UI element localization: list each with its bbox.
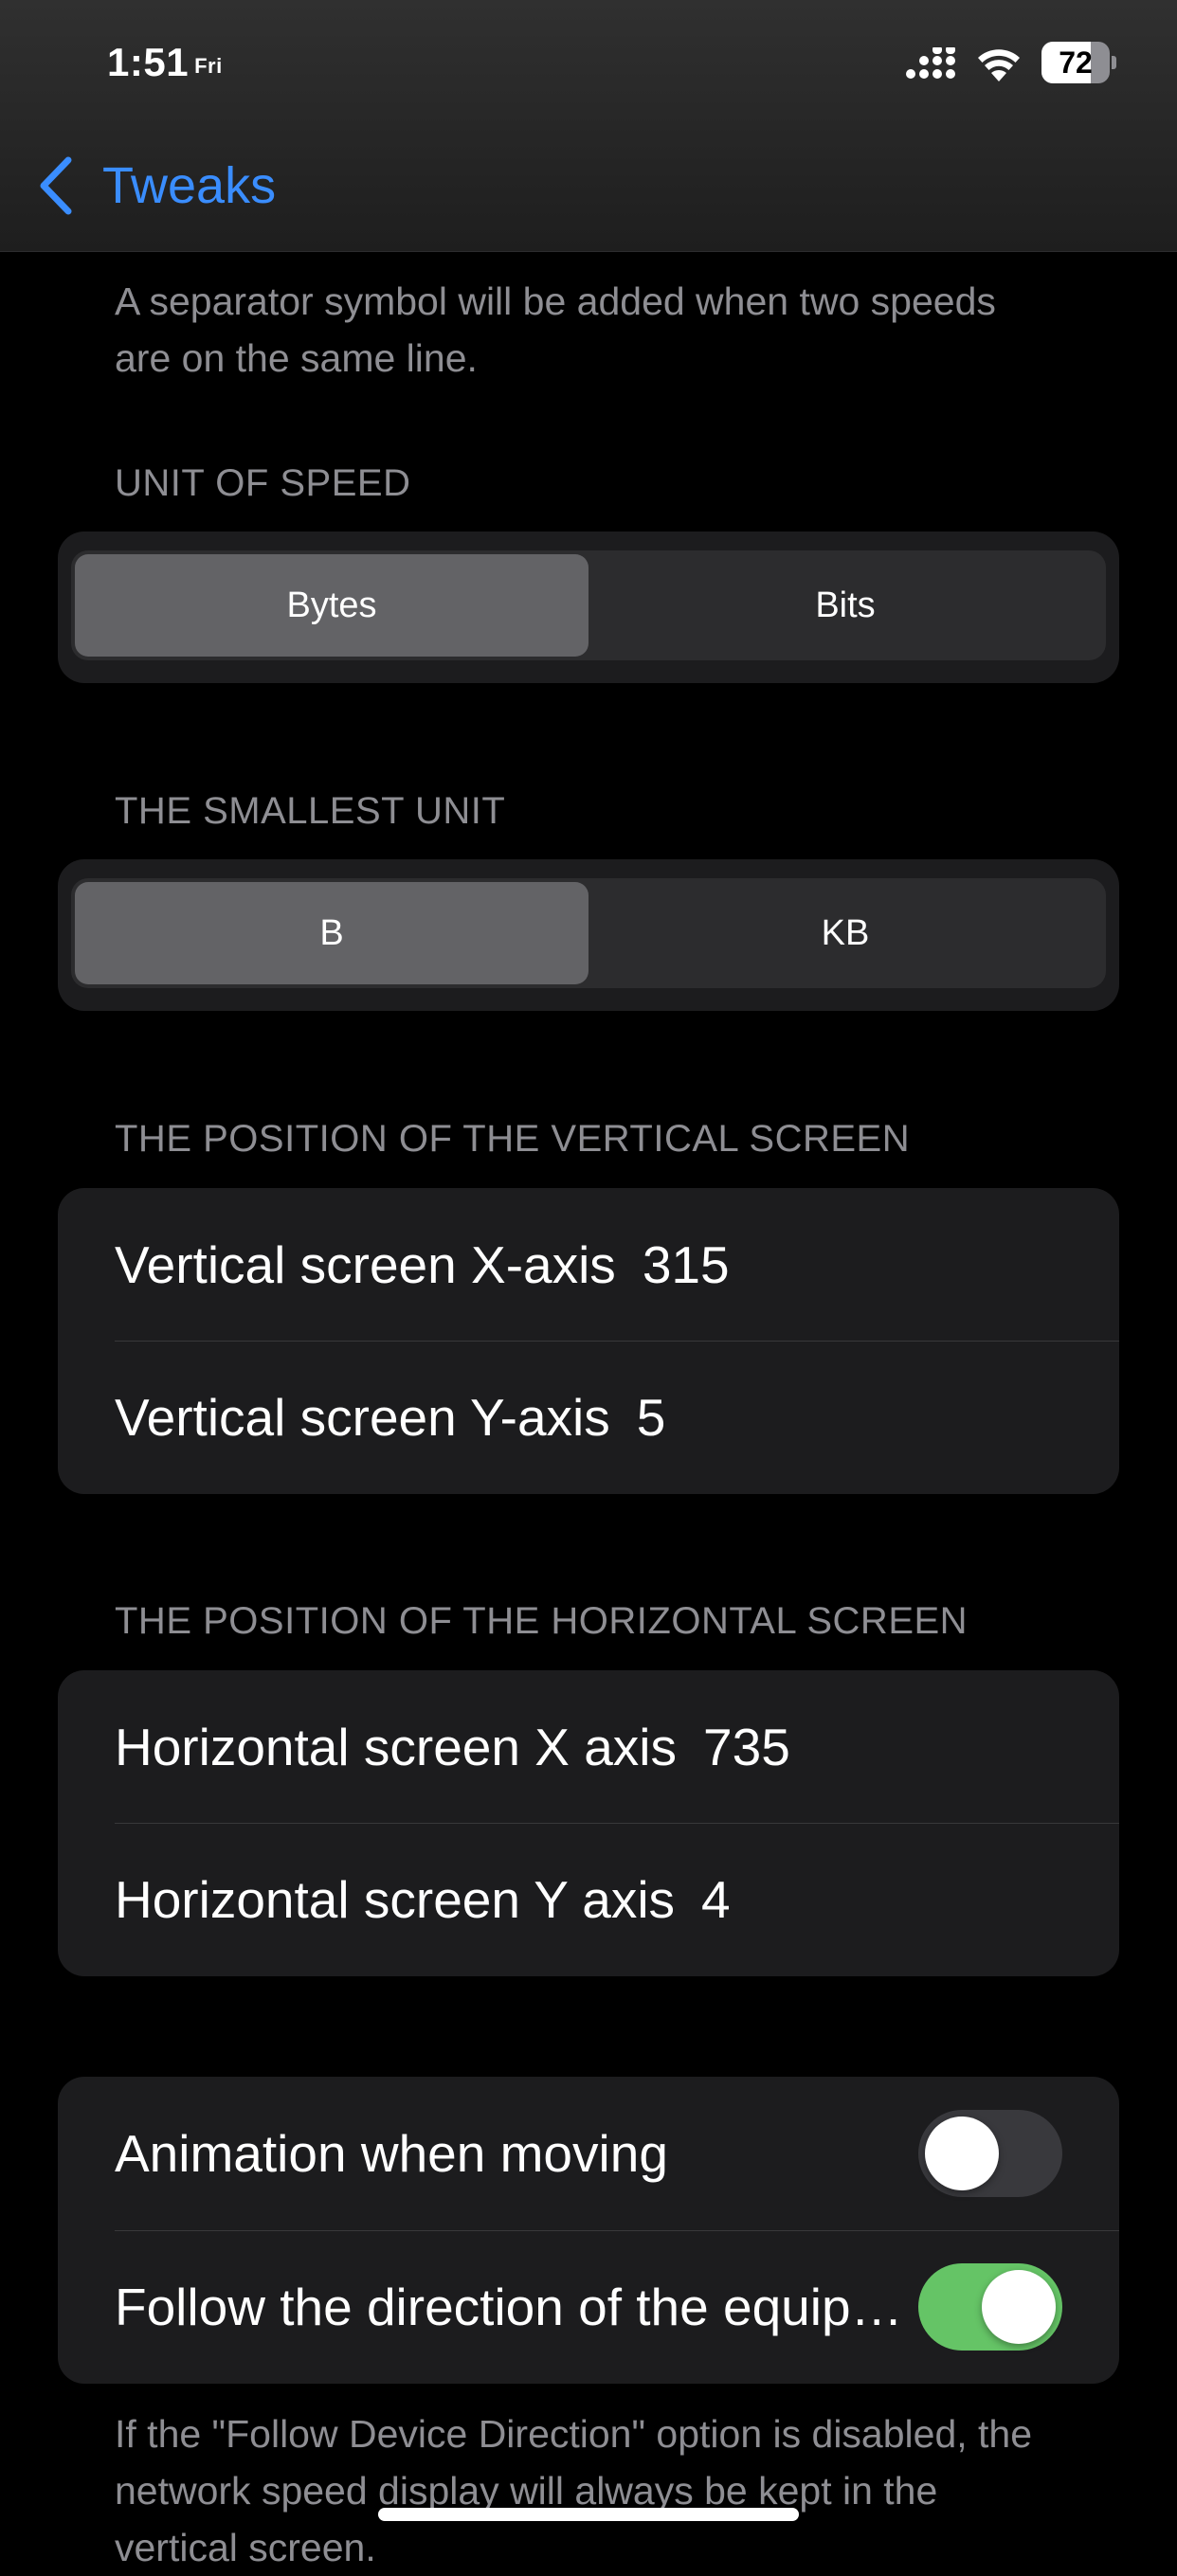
horizontal-position-header: THE POSITION OF THE HORIZONTAL SCREEN	[115, 1600, 969, 1642]
wifi-icon	[978, 49, 1020, 81]
follow-direction-row: Follow the direction of the equipment	[58, 2230, 1119, 2384]
separator-note: A separator symbol will be added when tw…	[115, 279, 996, 380]
segment-bytes[interactable]: Bytes	[75, 554, 588, 657]
unit-of-speed-control: Bytes Bits	[71, 550, 1106, 660]
vertical-x-label: Vertical screen X-axis	[115, 1235, 616, 1294]
unit-of-speed-group: Bytes Bits	[58, 531, 1119, 683]
follow-direction-note: If the "Follow Device Direction" option …	[115, 2412, 1033, 2569]
battery-body: 72	[1041, 42, 1110, 83]
home-indicator[interactable]	[378, 2508, 799, 2521]
follow-direction-label: Follow the direction of the equipment	[115, 2278, 911, 2336]
horizontal-x-row[interactable]: Horizontal screen X axis 735	[58, 1670, 1119, 1824]
smallest-unit-header: THE SMALLEST UNIT	[115, 790, 506, 832]
horizontal-y-value[interactable]: 4	[701, 1869, 731, 1930]
smallest-unit-group: B KB	[58, 859, 1119, 1011]
segment-kb[interactable]: KB	[588, 882, 1102, 984]
toggle-knob	[925, 2117, 999, 2190]
status-day: Fri	[194, 54, 223, 78]
segment-b[interactable]: B	[75, 882, 588, 984]
horizontal-x-value[interactable]: 735	[703, 1717, 790, 1777]
vertical-x-row[interactable]: Vertical screen X-axis 315	[58, 1188, 1119, 1342]
toggle-knob	[982, 2270, 1056, 2344]
follow-direction-toggle[interactable]	[918, 2263, 1062, 2351]
vertical-y-value[interactable]: 5	[637, 1387, 666, 1448]
animation-toggle[interactable]	[918, 2110, 1062, 2197]
horizontal-y-label: Horizontal screen Y axis	[115, 1870, 676, 1929]
back-button[interactable]: Tweaks	[34, 152, 276, 220]
vertical-position-header: THE POSITION OF THE VERTICAL SCREEN	[115, 1118, 911, 1160]
unit-of-speed-header: UNIT OF SPEED	[115, 462, 411, 504]
animation-row: Animation when moving	[58, 2077, 1119, 2230]
navigation-bar: 1:51 Fri 72 Tweaks	[0, 0, 1177, 252]
battery-icon: 72	[1041, 42, 1117, 83]
chevron-left-icon	[40, 156, 72, 215]
status-time: 1:51 Fri	[107, 40, 223, 85]
vertical-y-label: Vertical screen Y-axis	[115, 1388, 610, 1447]
horizontal-position-group: Horizontal screen X axis 735 Horizontal …	[58, 1670, 1119, 1976]
status-time-text: 1:51	[107, 40, 190, 84]
horizontal-y-row[interactable]: Horizontal screen Y axis 4	[58, 1823, 1119, 1976]
vertical-x-value[interactable]: 315	[643, 1234, 730, 1295]
horizontal-x-label: Horizontal screen X axis	[115, 1718, 678, 1776]
vertical-position-group: Vertical screen X-axis 315 Vertical scre…	[58, 1188, 1119, 1494]
battery-percent: 72	[1059, 45, 1093, 80]
back-label: Tweaks	[102, 157, 277, 214]
segment-bits[interactable]: Bits	[588, 554, 1102, 657]
animation-label: Animation when moving	[115, 2124, 668, 2183]
toggles-group: Animation when moving Follow the directi…	[58, 2077, 1119, 2384]
smallest-unit-control: B KB	[71, 878, 1106, 988]
vertical-y-row[interactable]: Vertical screen Y-axis 5	[58, 1341, 1119, 1494]
battery-tip	[1112, 56, 1116, 69]
cellular-signal-icon	[906, 47, 955, 79]
